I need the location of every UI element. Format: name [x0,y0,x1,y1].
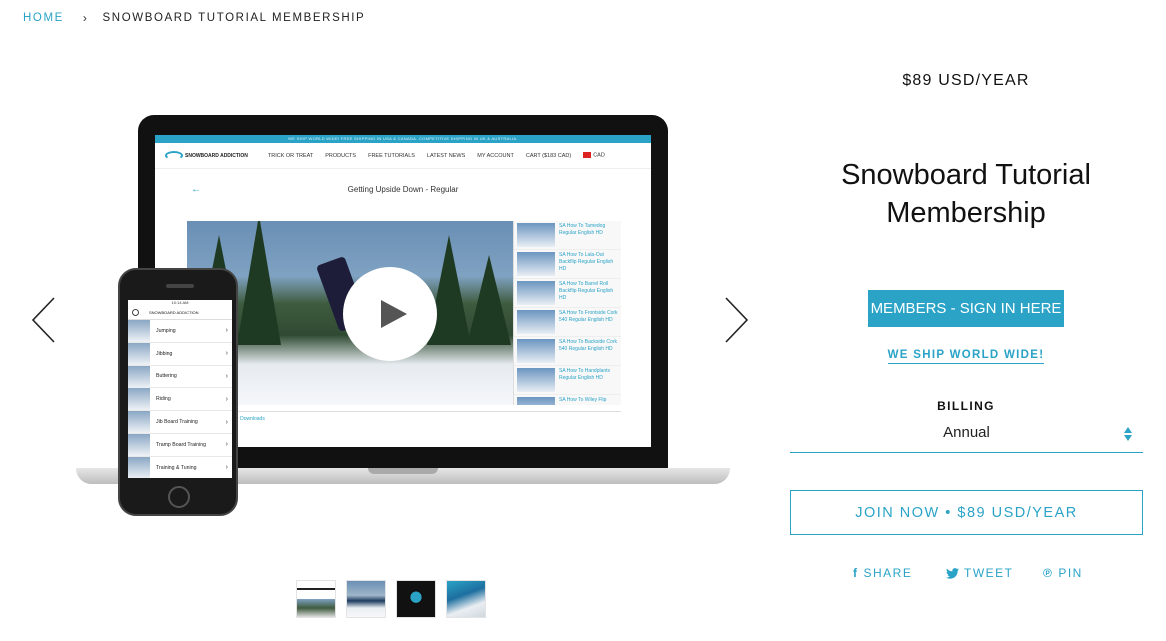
ship-worldwide-link[interactable]: WE SHIP WORLD WIDE! [887,349,1045,364]
playlist-item: SA How To Backside Cork 540 Regular Engl… [514,337,621,366]
screen-nav-item: CART ($183 CAD) [525,152,572,159]
playlist-item: SA How To Handplants Regular English HD [514,366,621,395]
breadcrumb-current: SNOWBOARD TUTORIAL MEMBERSHIP [102,12,366,24]
flag-icon [583,152,592,159]
screen-nav-item: CAD [583,152,605,159]
phone-list-item: Jibbing › [128,342,232,366]
product-price: $89 USD/YEAR [902,72,1030,89]
chevron-right-icon: › [225,372,228,380]
share-twitter-link[interactable]: TWEET [946,566,1014,580]
share-label: SHARE [863,566,913,580]
playlist-item: SA How To Lala-Out Backflip Regular Engl… [514,250,621,279]
select-arrows-icon [1123,427,1133,443]
screen-logo: SNOWBOARD ADDICTION [165,151,248,160]
phone-list-item: Jib Board Training › [128,411,232,434]
share-pinterest-link[interactable]: ℗ PIN [1043,566,1083,580]
screen-playlist: SA How To Tamedog Regular English HD SA … [513,221,621,405]
screen-nav-item: MY ACCOUNT [477,152,514,159]
phone-header: SNOWBOARD ADDICTION [128,306,232,320]
screen-nav-item: FREE TUTORIALS [368,152,415,159]
chevron-right-icon: › [225,327,228,335]
gallery-thumbnail[interactable] [296,580,336,618]
playlist-item: SA How To Barrel Roll Backflip Regular E… [514,279,621,308]
breadcrumb: HOME › SNOWBOARD TUTORIAL MEMBERSHIP [23,11,365,25]
product-title: Snowboard Tutorial Membership [790,156,1142,232]
screen-nav-item: PRODUCTS [325,152,357,159]
chevron-left-icon [31,297,55,343]
phone-list-item: Riding › [128,388,232,412]
chevron-right-icon: › [225,464,228,472]
screen-nav: SNOWBOARD ADDICTION TRICK OR TREAT PRODU… [155,143,651,169]
screen-nav-item: TRICK OR TREAT [267,152,314,159]
join-now-button[interactable]: JOIN NOW • $89 USD/YEAR [790,490,1143,535]
playlist-item: SA How To Frontside Cork 540 Regular Eng… [514,308,621,337]
chevron-right-icon: › [225,350,228,358]
phone-mockup: 10:14 AM SNOWBOARD ADDICTION Jumping › Ji… [118,268,238,516]
gallery-thumbnail[interactable] [446,580,486,618]
ship-worldwide-link-wrap: WE SHIP WORLD WIDE! [790,345,1142,364]
breadcrumb-separator: › [82,11,89,25]
twitter-icon [946,567,959,579]
facebook-icon: f [853,566,859,580]
gallery-thumbnails [296,580,486,618]
gallery-prev-button[interactable] [30,296,58,344]
chevron-right-icon: › [225,418,228,426]
playlist-item: SA How To Wiley Flip [514,395,621,405]
phone-screen: 10:14 AM SNOWBOARD ADDICTION Jumping › Ji… [128,300,232,478]
playlist-item: SA How To Tamedog Regular English HD [514,221,621,250]
phone-list-item: Jumping › [128,319,232,343]
billing-select[interactable]: Annual [790,422,1143,453]
chevron-right-icon: › [225,441,228,449]
screen-downloads: Upside Down - Regular Downloads [187,411,621,422]
phone-home-button [168,486,190,508]
phone-list-item: Training & Tuning › [128,456,232,478]
screen-video-title: ← Getting Upside Down - Regular [191,183,459,195]
menu-icon [132,309,139,316]
breadcrumb-home-link[interactable]: HOME [23,12,64,24]
product-main-image[interactable]: WE SHIP WORLD WIDE! FREE SHIPPING IN USA… [76,112,730,518]
chevron-right-icon: › [225,395,228,403]
gallery-thumbnail[interactable] [346,580,386,618]
share-facebook-link[interactable]: f SHARE [853,566,912,580]
product-title-line: Membership [886,197,1046,229]
screen-nav-item: LATEST NEWS [426,152,466,159]
play-icon [343,267,437,361]
pinterest-icon: ℗ [1043,566,1054,580]
billing-label: BILLING [937,399,995,413]
gallery-thumbnail[interactable] [396,580,436,618]
product-title-line: Snowboard Tutorial [841,159,1091,191]
tweet-label: TWEET [964,566,1014,580]
phone-list-item: Tramp Board Training › [128,433,232,457]
pin-label: PIN [1058,566,1083,580]
members-signin-button[interactable]: MEMBERS - SIGN IN HERE [868,290,1064,327]
back-arrow-icon: ← [191,183,201,195]
phone-list-item: Buttering › [128,365,232,389]
screen-topbar: WE SHIP WORLD WIDE! FREE SHIPPING IN USA… [155,135,651,143]
billing-selected-value: Annual [943,424,990,441]
